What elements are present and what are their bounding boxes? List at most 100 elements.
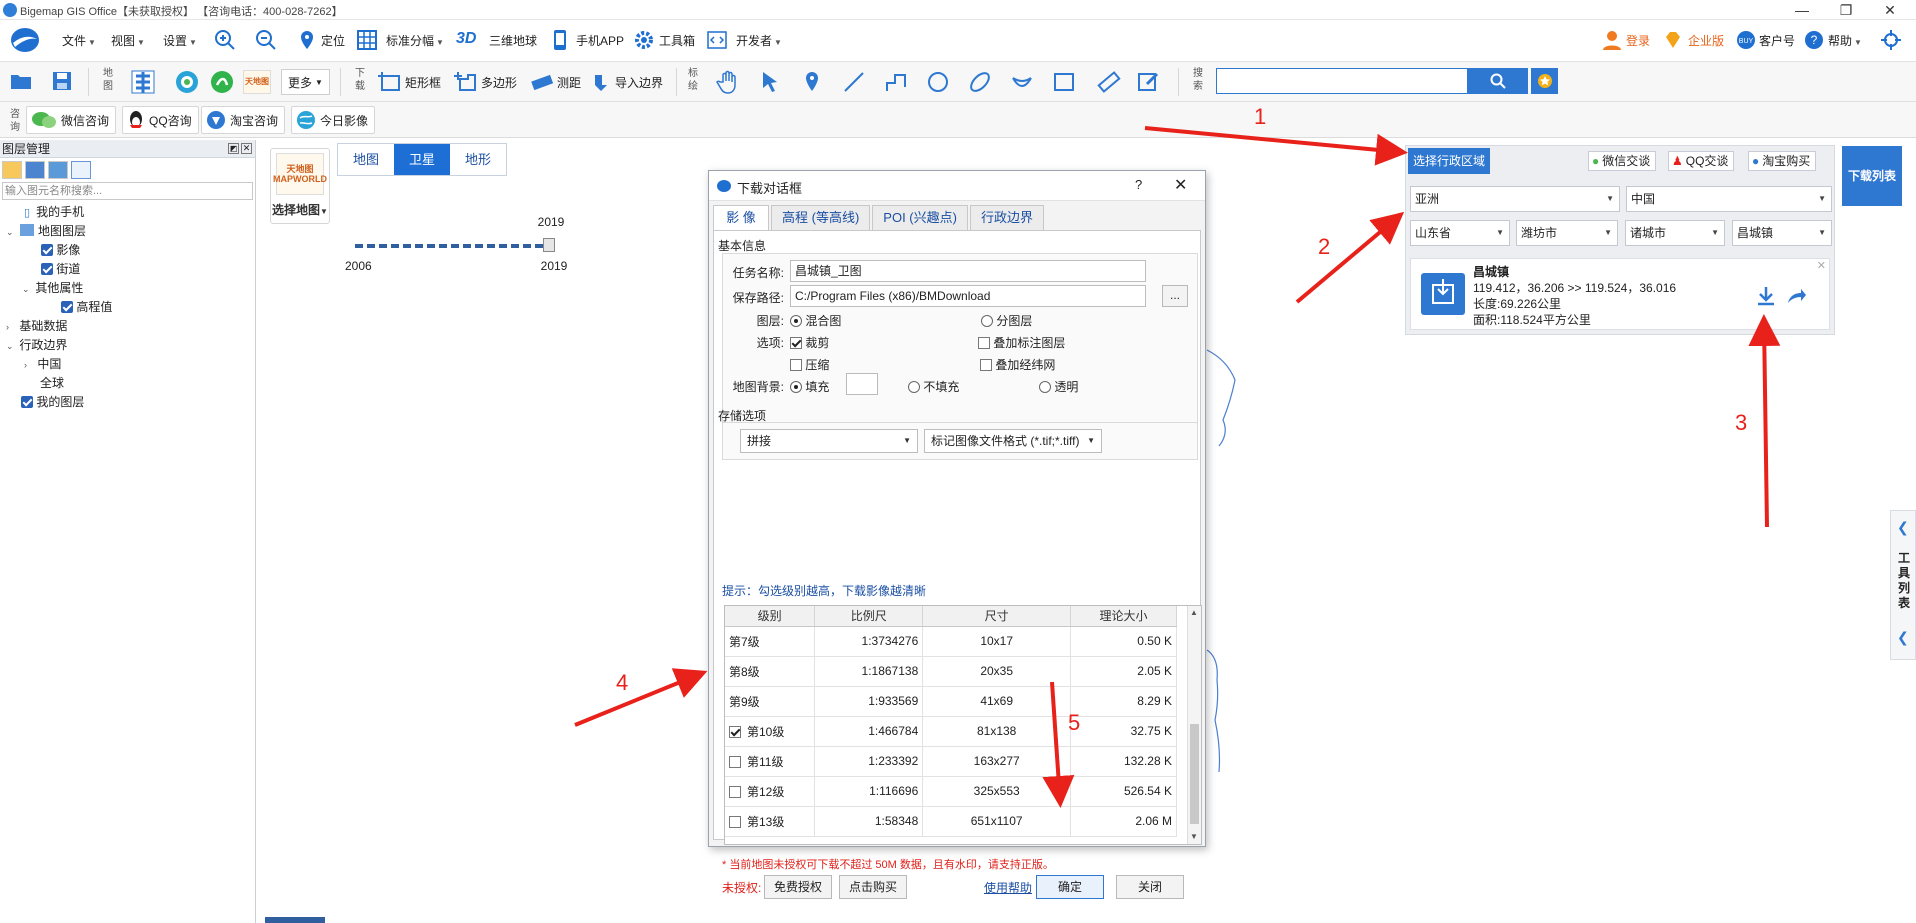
zoom-in-icon[interactable]: [214, 29, 236, 51]
mobile-phone-icon[interactable]: [549, 29, 571, 51]
tab-admin-boundary[interactable]: 行政边界: [969, 205, 1044, 231]
gear-icon[interactable]: [633, 29, 655, 51]
tab-select-region[interactable]: 选择行政区域: [1408, 148, 1490, 174]
tree-item-admin-boundary[interactable]: ⌄ 行政边界: [0, 336, 255, 355]
close-button[interactable]: 关闭: [1116, 875, 1184, 899]
task-name-input[interactable]: 昌城镇_卫图: [790, 260, 1146, 282]
panel-close-icon[interactable]: ✕: [241, 143, 252, 154]
rectangle-draw-icon[interactable]: [1052, 70, 1076, 94]
county-select[interactable]: 诸城市 ▼: [1625, 220, 1725, 246]
qq-consult-button[interactable]: QQ咨询: [122, 106, 199, 134]
locate-pin-icon[interactable]: [296, 29, 318, 51]
town-select[interactable]: 昌城镇 ▼: [1732, 220, 1832, 246]
table-row[interactable]: 第9级 1:933569 41x69 8.29 K: [725, 686, 1177, 717]
table-row[interactable]: 第11级 1:233392 163x277 132.28 K: [725, 746, 1177, 777]
chevron-down-icon[interactable]: ⌄: [6, 337, 16, 356]
tab-map[interactable]: 地图: [338, 144, 394, 175]
continent-select[interactable]: 亚洲 ▼: [1410, 186, 1620, 212]
layer-settings-icon[interactable]: [48, 161, 68, 179]
crop-checkbox[interactable]: 裁剪: [790, 334, 829, 351]
layer-merged-radio[interactable]: 混合图: [790, 312, 841, 329]
table-row[interactable]: 第13级 1:58348 651x1107 2.06 M: [725, 806, 1177, 837]
ok-button[interactable]: 确定: [1036, 875, 1104, 899]
today-imagery-button[interactable]: 今日影像: [291, 106, 376, 134]
tab-poi[interactable]: POI (兴趣点): [872, 205, 968, 231]
search-input[interactable]: [1216, 68, 1468, 94]
timeline-track[interactable]: [355, 244, 555, 248]
chevron-down-icon[interactable]: ⌄: [22, 280, 32, 299]
menu-mobile-app[interactable]: 手机APP: [576, 32, 624, 50]
diamond-icon[interactable]: [1662, 29, 1684, 51]
3d-icon[interactable]: 3D: [456, 30, 476, 48]
tree-item-global[interactable]: 全球: [0, 374, 255, 393]
select-pointer-icon[interactable]: [758, 70, 782, 94]
code-icon[interactable]: [706, 29, 728, 51]
panel-float-icon[interactable]: ◩: [228, 143, 239, 154]
ellipse-draw-icon[interactable]: [968, 70, 992, 94]
circle-draw-icon[interactable]: [926, 70, 950, 94]
layer-search-icon[interactable]: [71, 161, 91, 179]
crosshair-icon[interactable]: [1880, 29, 1902, 51]
bg-nofill-radio[interactable]: 不填充: [908, 378, 959, 395]
browse-path-button[interactable]: ...: [1162, 285, 1188, 307]
tree-item-map-layers[interactable]: ⌄ 地图图层: [0, 222, 255, 241]
elevation-checkbox[interactable]: [61, 301, 73, 313]
open-folder-icon[interactable]: [10, 71, 32, 91]
google-map-source-icon[interactable]: [174, 69, 200, 95]
scroll-down-icon[interactable]: ▼: [1190, 832, 1198, 841]
tianditu-source-icon[interactable]: 天地图: [243, 70, 271, 94]
tree-item-elevation[interactable]: 高程值: [0, 298, 255, 317]
map-layers-icon[interactable]: [130, 69, 156, 95]
tree-item-china[interactable]: › 中国: [0, 355, 255, 374]
side-tools-panel[interactable]: ❮ 工具列表 ❮: [1890, 510, 1916, 660]
import-boundary-button[interactable]: 导入边界: [592, 69, 663, 95]
wechat-consult-button[interactable]: 微信咨询: [26, 106, 117, 134]
close-card-icon[interactable]: ✕: [1817, 259, 1826, 272]
checkbox-unchecked-icon[interactable]: [729, 815, 741, 828]
storage-format-select[interactable]: 标记图像文件格式 (*.tif;*.tiff) ▼: [924, 429, 1102, 453]
menu-3d-globe[interactable]: 三维地球: [489, 32, 537, 50]
grid-icon[interactable]: [356, 29, 378, 51]
tree-item-base-data[interactable]: › 基础数据: [0, 317, 255, 336]
wechat-chat-button[interactable]: ● 微信交谈: [1588, 151, 1657, 171]
layer-split-radio[interactable]: 分图层: [981, 312, 1032, 329]
save-path-input[interactable]: C:/Program Files (x86)/BMDownload: [790, 285, 1146, 307]
maximize-icon[interactable]: ❐: [1824, 0, 1868, 20]
chevron-left-icon[interactable]: ❮: [1897, 519, 1909, 536]
save-icon[interactable]: [52, 71, 72, 91]
polyline-draw-icon[interactable]: [884, 70, 908, 94]
tab-terrain[interactable]: 地形: [450, 144, 506, 175]
streets-checkbox[interactable]: [41, 263, 53, 275]
bg-color-swatch[interactable]: [846, 373, 878, 395]
menu-help[interactable]: 帮助 ▼: [1828, 32, 1862, 50]
chevron-down-icon[interactable]: ⌄: [6, 223, 16, 242]
select-map-button[interactable]: 天地图 MAPWORLD 选择地图▼: [270, 148, 330, 224]
buy-badge-icon[interactable]: BUY: [1735, 29, 1757, 51]
table-row[interactable]: 第12级 1:116696 325x553 526.54 K: [725, 776, 1177, 807]
imagery-checkbox[interactable]: [41, 244, 53, 256]
country-select[interactable]: 中国 ▼: [1626, 186, 1832, 212]
checkbox-unchecked-icon[interactable]: [729, 755, 741, 768]
measure-button[interactable]: 测距: [530, 69, 581, 95]
my-layers-checkbox[interactable]: [21, 396, 33, 408]
login-link[interactable]: 登录: [1626, 32, 1650, 50]
menu-settings[interactable]: 设置 ▼: [163, 32, 197, 50]
minimize-icon[interactable]: —: [1780, 0, 1824, 20]
tree-item-my-phone[interactable]: ▯ 我的手机: [0, 203, 255, 222]
menu-file[interactable]: 文件 ▼: [62, 32, 96, 50]
chevron-right-icon[interactable]: ›: [6, 318, 16, 337]
tab-elevation[interactable]: 高程 (等高线): [771, 205, 871, 231]
menu-locate[interactable]: 定位: [321, 32, 345, 50]
layer-search-input[interactable]: 输入图元名称搜索...: [2, 182, 253, 200]
dialog-help-button[interactable]: ?: [1135, 177, 1142, 192]
menu-view[interactable]: 视图 ▼: [111, 32, 145, 50]
storage-mode-select[interactable]: 拼接 ▼: [740, 429, 918, 453]
chevron-right-icon[interactable]: ›: [24, 356, 34, 375]
download-list-button[interactable]: 下载列表: [1842, 146, 1902, 206]
measure-tool-icon[interactable]: [1097, 70, 1121, 94]
free-auth-button[interactable]: 免费授权: [764, 875, 832, 899]
tab-satellite[interactable]: 卫星: [394, 144, 450, 175]
province-select[interactable]: 山东省 ▼: [1410, 220, 1510, 246]
tree-item-other-attrs[interactable]: ⌄ 其他属性: [0, 279, 255, 298]
tree-item-my-layers[interactable]: 我的图层: [0, 393, 255, 412]
